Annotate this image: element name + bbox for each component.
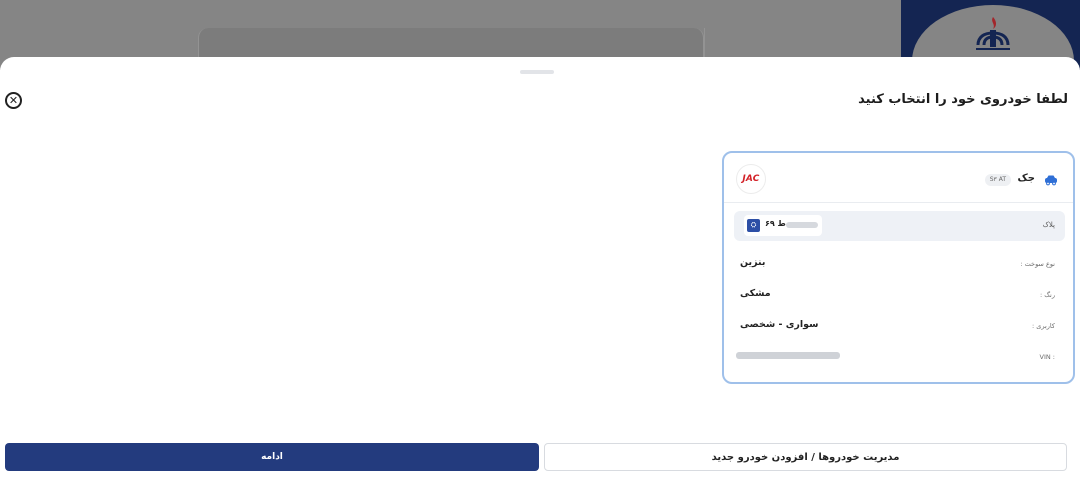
usage-label: کاربری : [1032,322,1055,330]
car-icon [1045,175,1057,186]
plate-redacted [786,222,818,228]
color-value: مشکی [740,288,771,299]
continue-button[interactable]: ادامه [5,443,539,471]
vehicle-card[interactable]: جک S۳ AT JAC پلاک ⛭ ط ۶۹ نوع سوخت : بنزی… [722,151,1075,384]
plate-row: پلاک ⛭ ط ۶۹ [734,211,1065,241]
close-icon[interactable]: ✕ [5,92,22,109]
fuel-label: نوع سوخت : [1020,260,1055,268]
iran-flag-icon: ⛭ [747,219,760,232]
sheet-title: لطفا خودروی خود را انتخاب کنید [858,92,1068,107]
vehicle-model-badge: S۳ AT [984,174,1011,186]
flame-logo-icon [976,17,1010,50]
manage-vehicles-button[interactable]: مدیریت خودروها / افزودن خودرو جدید [544,443,1067,471]
vin-redacted [736,352,840,359]
color-label: رنگ : [1039,291,1055,299]
plate-number: ط ۶۹ [765,219,786,228]
vehicle-select-sheet: ✕ لطفا خودروی خود را انتخاب کنید جک S۳ A… [0,57,1080,487]
plate-label: پلاک [1042,221,1055,229]
vehicle-card-header: جک S۳ AT JAC [724,153,1073,203]
jac-logo: JAC [736,164,766,194]
vehicle-brand: جک [1017,173,1035,184]
vin-label: VIN : [1039,353,1055,361]
fuel-value: بنزین [740,257,766,268]
license-plate: ⛭ ط ۶۹ [744,215,822,236]
drag-handle[interactable] [520,70,554,74]
usage-value: سواری - شخصی [740,319,819,330]
